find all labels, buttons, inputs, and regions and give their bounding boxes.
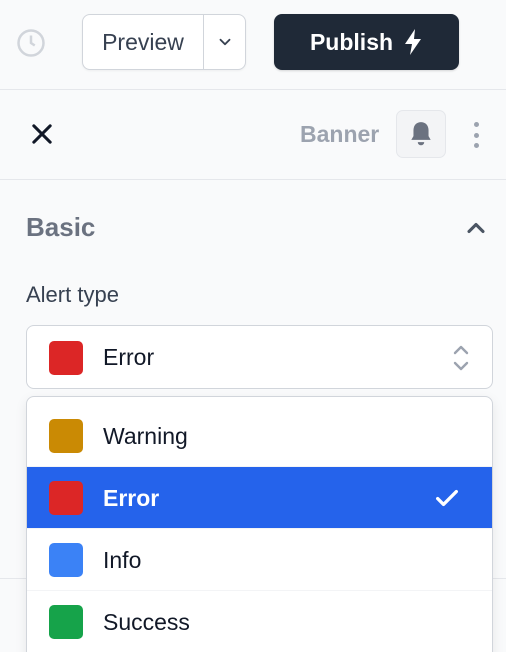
option-label: Warning bbox=[103, 423, 188, 449]
banner-type-button[interactable] bbox=[396, 110, 446, 158]
history-clock-icon[interactable] bbox=[16, 28, 46, 58]
dropdown-option-success[interactable]: Success bbox=[27, 591, 492, 652]
alert-type-label: Alert type bbox=[26, 282, 119, 307]
preview-button-group: Preview bbox=[82, 14, 246, 70]
option-label: Error bbox=[103, 485, 160, 511]
selected-value: Error bbox=[103, 344, 155, 370]
option-label: Success bbox=[103, 609, 190, 635]
divider bbox=[0, 578, 26, 579]
preview-options-button[interactable] bbox=[203, 15, 245, 69]
close-icon[interactable] bbox=[28, 120, 56, 148]
divider bbox=[493, 578, 506, 579]
color-swatch bbox=[49, 419, 83, 453]
lightning-bolt-icon bbox=[405, 29, 422, 55]
dropdown-option-error[interactable]: Error bbox=[27, 467, 492, 529]
color-swatch bbox=[49, 543, 83, 577]
option-label: Info bbox=[103, 547, 142, 573]
section-title: Basic bbox=[26, 212, 96, 242]
color-swatch bbox=[49, 481, 83, 515]
color-swatch bbox=[49, 341, 83, 375]
preview-button[interactable]: Preview bbox=[83, 15, 203, 69]
color-swatch bbox=[49, 605, 83, 639]
checkmark-icon bbox=[436, 489, 458, 507]
publish-button[interactable]: Publish bbox=[274, 14, 459, 70]
chevron-up-icon[interactable] bbox=[462, 214, 490, 242]
publish-label: Publish bbox=[309, 28, 394, 55]
chevron-down-icon bbox=[219, 38, 230, 46]
alert-type-select[interactable]: Error bbox=[26, 325, 493, 389]
bell-icon bbox=[411, 122, 431, 146]
dropdown-option-info[interactable]: Info bbox=[27, 529, 492, 591]
more-options-icon[interactable] bbox=[466, 118, 486, 152]
alert-type-dropdown: Warning Error Info Success bbox=[26, 396, 493, 652]
dropdown-option-warning[interactable]: Warning bbox=[27, 405, 492, 467]
chevron-up-down-icon bbox=[453, 345, 469, 371]
panel-title: Banner bbox=[300, 121, 380, 147]
